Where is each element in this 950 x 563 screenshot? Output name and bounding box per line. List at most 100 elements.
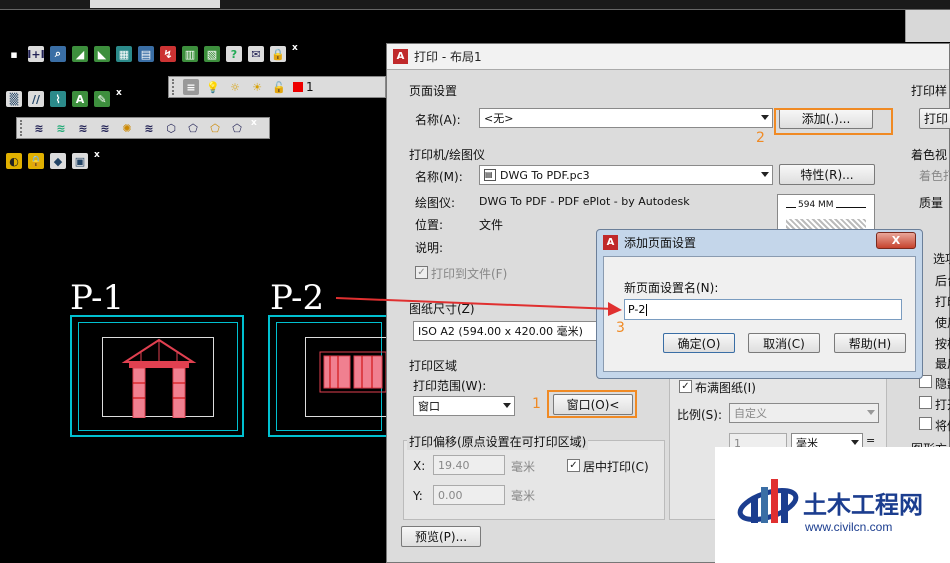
autocad-logo-icon: A — [393, 49, 408, 64]
page-setup-name-label: 名称(A): — [415, 113, 461, 127]
plot-style-label: 打印样 — [911, 84, 948, 98]
ok-button[interactable]: 确定(O) — [663, 333, 735, 353]
help-icon[interactable]: ? — [226, 46, 242, 62]
toolbar-grip[interactable] — [20, 120, 24, 136]
file-tab[interactable] — [90, 0, 220, 8]
center-plot-checkbox[interactable]: ✓ — [567, 459, 580, 472]
plot-style-button[interactable]: 打印 — [919, 108, 950, 129]
offset-x-input[interactable]: 19.40 — [433, 455, 505, 475]
option-stamp: 打开 — [935, 398, 950, 412]
chevron-down-icon — [503, 403, 511, 408]
shape-edit-icon[interactable]: ⬠ — [185, 120, 201, 136]
plot-dialog-titlebar[interactable]: A 打印 - 布局1 — [387, 44, 949, 70]
preview-button[interactable]: 预览(P)... — [401, 526, 481, 547]
insert-block-icon[interactable]: ◢ — [72, 46, 88, 62]
drawing-area — [102, 337, 214, 419]
close-button[interactable]: X — [876, 232, 916, 249]
close-toolbar-icon[interactable]: x — [116, 88, 122, 98]
layer-manager-icon[interactable]: ≡ — [183, 79, 199, 95]
stack-pencil-icon[interactable]: ≋ — [97, 120, 113, 136]
page-setup-name-value: <无> — [484, 112, 514, 125]
callout-box-window — [547, 390, 637, 418]
print-area-group-label: 打印区域 — [407, 357, 460, 374]
layer-lock-icon[interactable]: 🔒 — [28, 153, 44, 169]
printer-name-select[interactable]: ▤ DWG To PDF.pc3 — [479, 165, 773, 185]
civilcn-logo-icon — [737, 479, 799, 523]
layout-sheet-p2[interactable] — [268, 315, 395, 437]
location-value: 文件 — [479, 218, 504, 232]
watermark-url: www.civilcn.com — [805, 520, 893, 534]
zoom-icon[interactable]: ⌕ — [50, 46, 66, 62]
bulb-icon[interactable]: 💡 — [205, 79, 221, 95]
make-block-icon[interactable]: ◣ — [94, 46, 110, 62]
hatch-edit-icon[interactable]: ▒ — [6, 91, 22, 107]
mail-icon[interactable]: ✉ — [248, 46, 264, 62]
cancel-button[interactable]: 取消(C) — [748, 333, 820, 353]
layer-walk-icon[interactable]: ◆ — [50, 153, 66, 169]
toolbar-modify-ii: ▒ ∕∕ ⌇ A ✎ x — [0, 88, 125, 110]
print-range-select[interactable]: 窗口 — [413, 396, 515, 416]
callout-box-add — [774, 108, 893, 135]
sheet-set-icon[interactable]: ▥ — [182, 46, 198, 62]
toolbar-edge-icon[interactable]: ▪ — [6, 46, 22, 62]
layer-merge-icon[interactable]: ▣ — [72, 153, 88, 169]
shape-lock-icon[interactable]: ⬠ — [207, 120, 223, 136]
paper-size-select[interactable]: ISO A2 (594.00 x 420.00 毫米) — [413, 321, 603, 341]
help-button[interactable]: 帮助(H) — [834, 333, 906, 353]
stack-icon[interactable]: ≋ — [31, 120, 47, 136]
print-offset-group — [403, 440, 665, 520]
print-to-file-checkbox[interactable]: ✓ — [415, 266, 428, 279]
polyline-edit-icon[interactable]: ∕∕ — [28, 91, 44, 107]
close-toolbar-icon[interactable]: x — [251, 118, 257, 128]
scale-label: 比例(S): — [677, 408, 723, 422]
stack-edit-icon[interactable]: ≋ — [75, 120, 91, 136]
close-toolbar-icon[interactable]: x — [292, 43, 298, 53]
shape-star-icon[interactable]: ⬡ — [163, 120, 179, 136]
add-page-setup-dialog: A 添加页面设置 X 新页面设置名(N): P-2 确定(O) 取消(C) 帮助… — [596, 229, 923, 379]
layout-label-p2: P-2 — [270, 278, 325, 318]
viewport-freeze-icon[interactable]: ☀ — [249, 79, 265, 95]
fit-to-paper-checkbox[interactable]: ✓ — [679, 380, 692, 393]
layer-name: 1 — [306, 80, 314, 94]
tool-palette-icon[interactable]: ▧ — [204, 46, 220, 62]
attribute-edit-icon[interactable]: ✎ — [94, 91, 110, 107]
stack-sun-icon[interactable]: ✺ — [119, 120, 135, 136]
spline-edit-icon[interactable]: ⌇ — [50, 91, 66, 107]
layout-sheet-p1[interactable] — [70, 315, 244, 437]
design-center-icon[interactable]: ▤ — [138, 46, 154, 62]
scale-equals-icon: = — [866, 434, 876, 447]
printer-properties-button[interactable]: 特性(R)... — [779, 164, 875, 185]
option-paperspace-last: 最后 — [935, 357, 950, 371]
quality-label: 质量 — [919, 196, 944, 210]
mtext-edit-icon[interactable]: A — [72, 91, 88, 107]
add-page-setup-titlebar[interactable]: A 添加页面设置 — [597, 230, 922, 254]
close-toolbar-icon[interactable]: x — [94, 150, 100, 160]
new-setup-name-input[interactable]: P-2 — [624, 299, 902, 320]
stack-refresh-icon[interactable]: ≋ — [141, 120, 157, 136]
page-setup-name-select[interactable]: <无> — [479, 108, 773, 128]
scale-select[interactable]: 自定义 — [729, 403, 879, 423]
callout-arrow-icon — [335, 297, 622, 316]
table-icon[interactable]: ▦ — [116, 46, 132, 62]
sun-icon[interactable]: ☼ — [227, 79, 243, 95]
layer-isolate-icon[interactable]: ◐ — [6, 153, 22, 169]
scale-value: 自定义 — [734, 407, 767, 420]
ribbon-panel-fragment — [905, 10, 950, 42]
chevron-down-icon — [851, 440, 859, 445]
option-save-checkbox[interactable] — [919, 417, 932, 430]
plot-dialog-title: 打印 - 布局1 — [414, 50, 482, 64]
offset-y-input[interactable]: 0.00 — [433, 485, 505, 505]
unlock-icon[interactable]: 🔓 — [271, 79, 287, 95]
lock-icon[interactable]: 🔒 — [270, 46, 286, 62]
markup-icon[interactable]: ↯ — [160, 46, 176, 62]
gate-drawing-icon — [121, 338, 197, 419]
printer-name-value: DWG To PDF.pc3 — [500, 168, 590, 182]
toolbar-grip[interactable] — [172, 79, 176, 95]
stack-check-icon[interactable]: ≋ — [53, 120, 69, 136]
add-page-setup-body: 新页面设置名(N): P-2 确定(O) 取消(C) 帮助(H) — [603, 256, 916, 372]
dimension-icon[interactable]: I+I — [27, 46, 45, 62]
option-stamp-checkbox[interactable] — [919, 396, 932, 409]
print-to-file-label: 打印到文件(F) — [431, 267, 508, 281]
shape-arrow-icon[interactable]: ⬠ — [229, 120, 245, 136]
app-top-strip — [0, 0, 950, 10]
